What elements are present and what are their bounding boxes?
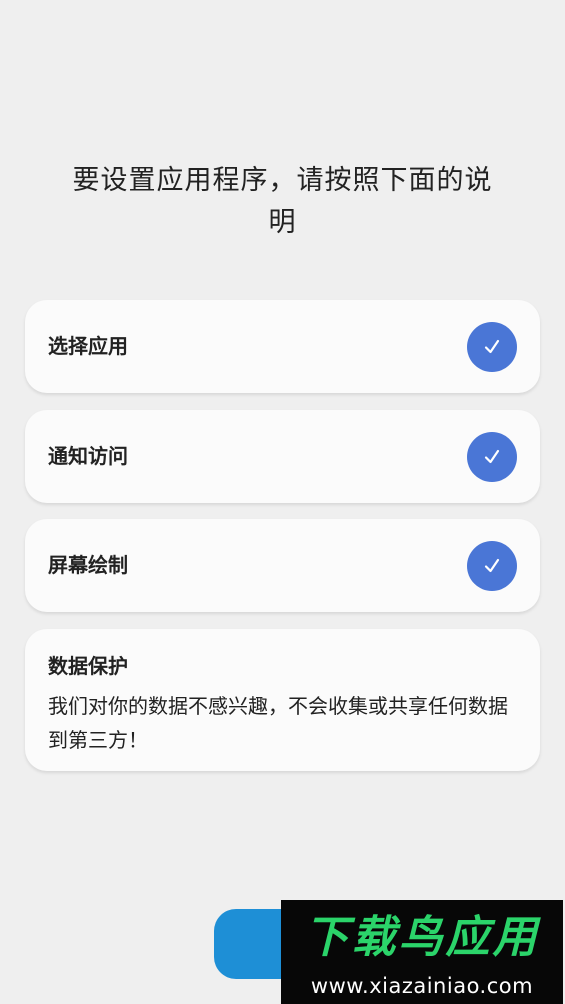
step-card-notification-access[interactable]: 通知访问 [25,410,540,503]
page-title: 要设置应用程序，请按照下面的说明 [72,165,493,238]
step-label: 选择应用 [48,334,128,358]
watermark-brand: 下载鸟应用 [304,912,540,963]
step-card-screen-overlay[interactable]: 屏幕绘制 [25,519,540,612]
check-icon [467,541,517,591]
check-icon [467,432,517,482]
privacy-title: 数据保护 [48,654,128,678]
privacy-card: 数据保护 我们对你的数据不感兴趣，不会收集或共享任何数据到第三方！ [25,629,540,771]
watermark-url: www.xiazainiao.com [310,974,534,998]
step-label: 屏幕绘制 [48,553,128,577]
step-card-select-app[interactable]: 选择应用 [25,300,540,393]
watermark-logo: 下载鸟应用 www.xiazainiao.com [281,900,563,1004]
privacy-description: 我们对你的数据不感兴趣，不会收集或共享任何数据到第三方！ [48,694,508,752]
step-label: 通知访问 [48,444,128,468]
check-icon [467,322,517,372]
